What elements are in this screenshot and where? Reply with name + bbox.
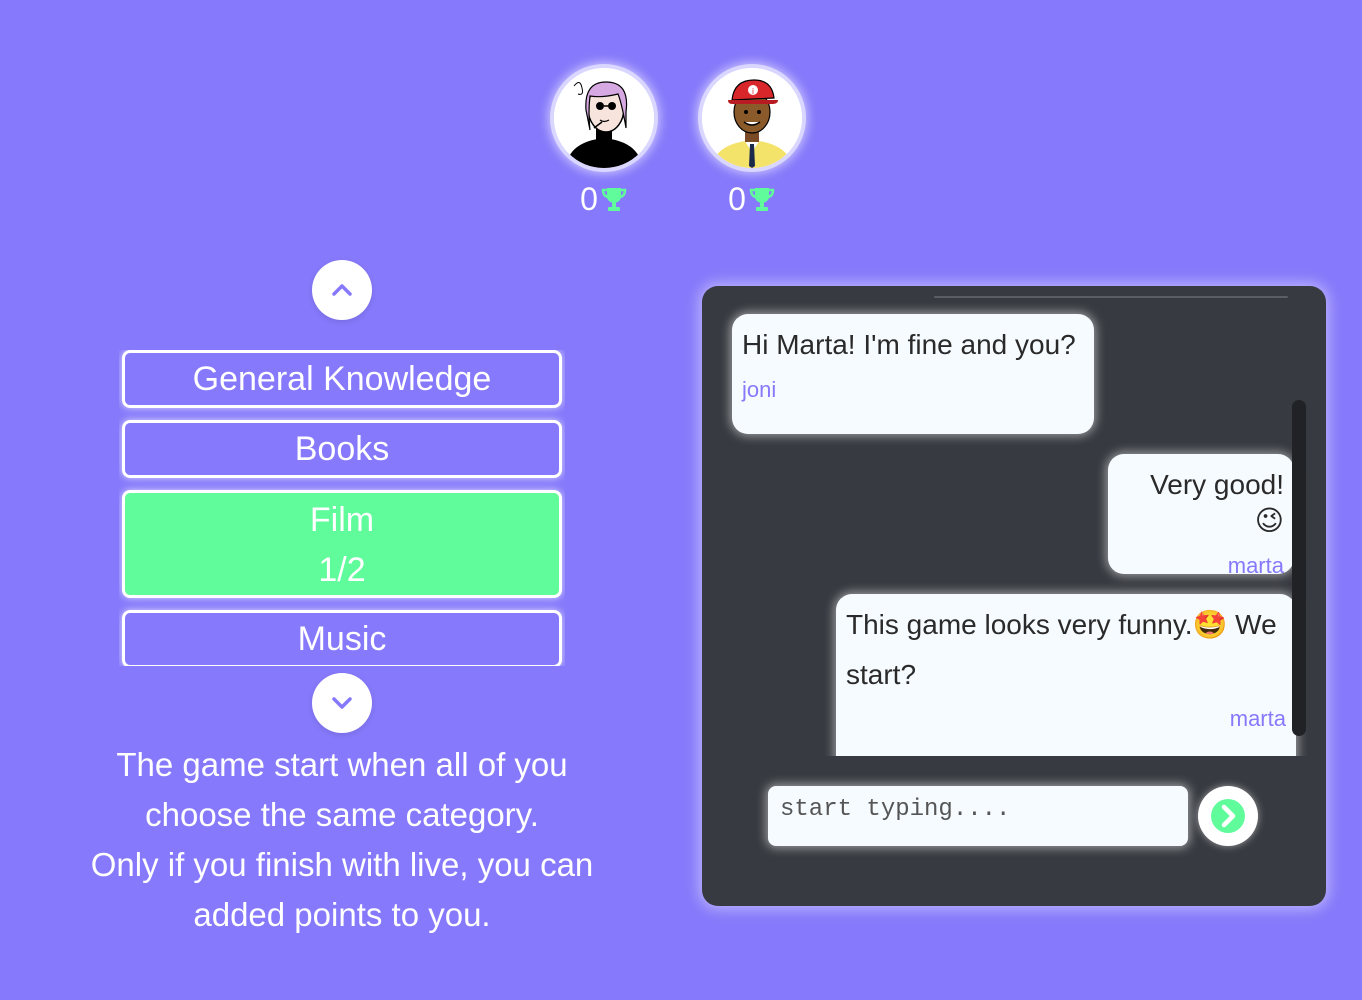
category-label: Books (294, 430, 390, 468)
category-progress: 1/2 (318, 551, 366, 589)
scroll-categories-down-button[interactable] (312, 673, 372, 733)
message-text: This game looks very funny.🤩 We start? (846, 609, 1277, 690)
chat-message-input[interactable] (768, 786, 1188, 846)
chat-panel: Hi Marta! I'm fine and you? joni Very go… (702, 286, 1326, 906)
message-author: joni (742, 377, 777, 402)
chat-scrollbar[interactable] (1292, 400, 1306, 736)
svg-text:i: i (752, 87, 754, 96)
rules-line: The game start when all of you (116, 746, 568, 783)
trophy-icon (601, 188, 627, 211)
message-text: Very good! 😉 (1150, 469, 1284, 536)
chat-messages[interactable]: Hi Marta! I'm fine and you? joni Very go… (702, 286, 1326, 756)
rules-line: added points to you. (193, 896, 491, 933)
category-label: Music (297, 620, 387, 658)
category-label: General Knowledge (192, 360, 492, 398)
chat-message: Very good! 😉 marta (1108, 454, 1294, 578)
score: 0 (698, 180, 806, 218)
score-value: 0 (580, 181, 598, 217)
category-general-knowledge[interactable]: General Knowledge (122, 350, 562, 408)
send-message-button[interactable] (1198, 786, 1258, 846)
category-music[interactable]: Music (122, 610, 562, 666)
avatar (550, 64, 658, 172)
message-author: marta (1229, 706, 1286, 731)
category-books[interactable]: Books (122, 420, 562, 478)
score: 0 (550, 180, 658, 218)
category-film[interactable]: Film 1/2 (122, 490, 562, 598)
game-lobby: 0 i 0 General Knowledge Books Film 1/2 M… (0, 0, 1362, 1000)
game-rules-text: The game start when all of you choose th… (40, 740, 644, 940)
arrow-right-circle-icon (1211, 799, 1245, 833)
score-value: 0 (728, 181, 746, 217)
player-avatar-image: i (702, 68, 802, 168)
message-author: marta (1227, 553, 1284, 578)
player-avatar-image (554, 68, 654, 168)
chat-message: Hi Marta! I'm fine and you? joni (732, 314, 1094, 434)
scroll-categories-up-button[interactable] (312, 260, 372, 320)
rules-line: Only if you finish with live, you can (90, 846, 594, 883)
category-list: General Knowledge Books Film 1/2 Music (119, 350, 565, 666)
category-label: Film (309, 501, 375, 539)
chevron-down-icon (332, 697, 352, 709)
chat-message: This game looks very funny.🤩 We start? m… (836, 594, 1296, 756)
player-joni: 0 (550, 64, 658, 218)
player-marta: i 0 (698, 64, 806, 218)
message-text: Hi Marta! I'm fine and you? (742, 329, 1076, 360)
trophy-icon (749, 188, 775, 211)
rules-line: choose the same category. (145, 796, 539, 833)
avatar: i (698, 64, 806, 172)
chevron-up-icon (332, 284, 352, 296)
